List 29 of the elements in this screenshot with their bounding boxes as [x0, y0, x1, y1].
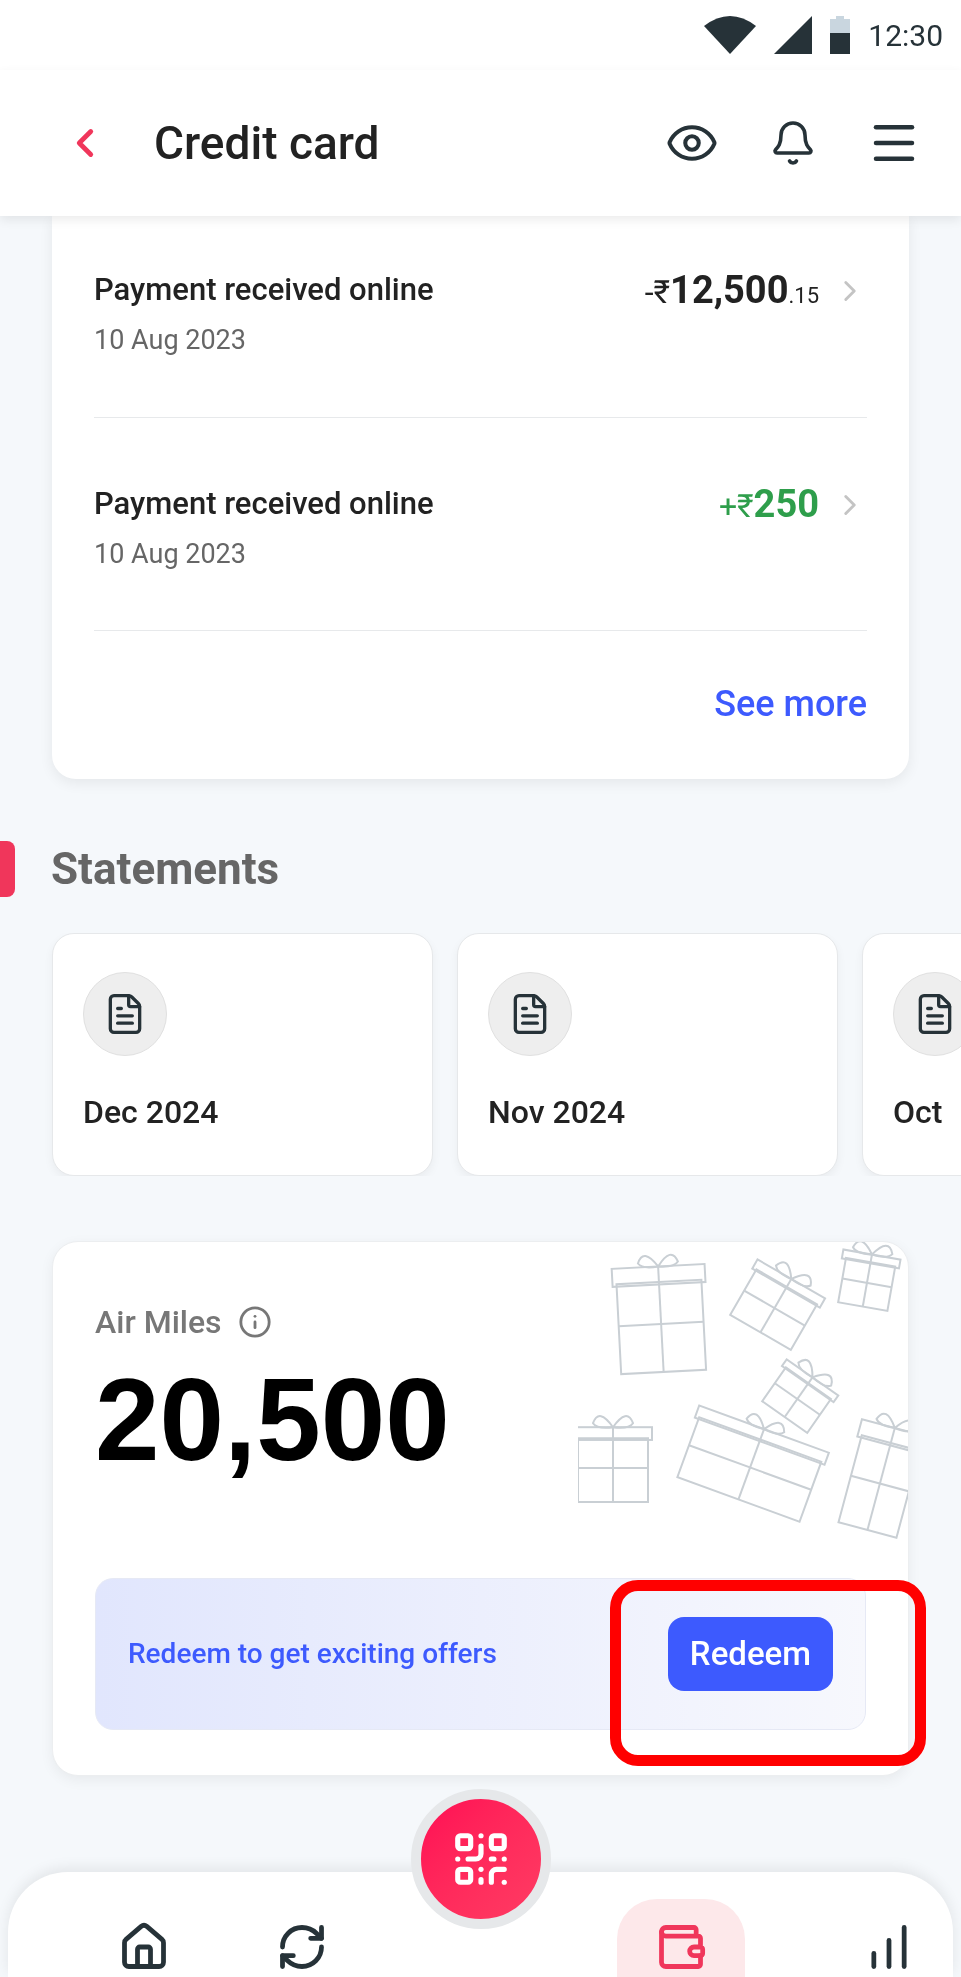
statement-card[interactable]: Oct — [862, 933, 961, 1176]
page-title: Credit card — [154, 114, 380, 172]
transaction-date: 10 Aug 2023 — [94, 323, 247, 358]
battery-icon — [830, 16, 851, 54]
signal-icon — [774, 16, 813, 54]
statement-month: Nov 2024 — [488, 1092, 627, 1133]
statement-card[interactable]: Dec 2024 — [52, 933, 433, 1176]
air-miles-value: 20,500 — [95, 1360, 451, 1480]
transaction-amount: +₹250 — [718, 483, 819, 528]
statement-card[interactable]: Nov 2024 — [457, 933, 838, 1176]
redeem-button[interactable]: Redeem — [667, 1617, 833, 1691]
transaction-row[interactable]: Payment received online 10 Aug 2023 -₹12,500.15 — [94, 270, 867, 418]
transaction-amount: -₹12,500.15 — [644, 270, 819, 314]
info-icon[interactable] — [237, 1305, 272, 1339]
redeem-promo-text: Redeem to get exciting offers — [128, 1636, 497, 1672]
transaction-date: 10 Aug 2023 — [94, 536, 247, 572]
transaction-title: Payment received online — [94, 483, 434, 524]
status-time: 12:30 — [868, 16, 943, 55]
transaction-row[interactable]: Payment received online 10 Aug 2023 +₹250 — [94, 483, 867, 631]
wallet-icon[interactable] — [616, 1899, 745, 1977]
see-more-link[interactable]: See more — [714, 677, 867, 731]
section-accent-bar — [0, 841, 15, 897]
air-miles-label: Air Miles — [95, 1302, 222, 1343]
statement-month: Dec 2024 — [83, 1092, 220, 1133]
statement-month: Oct — [893, 1092, 944, 1133]
section-heading: Statements — [51, 842, 280, 897]
document-icon — [893, 972, 961, 1056]
wifi-icon — [704, 16, 757, 54]
transaction-title: Payment received online — [94, 270, 434, 310]
